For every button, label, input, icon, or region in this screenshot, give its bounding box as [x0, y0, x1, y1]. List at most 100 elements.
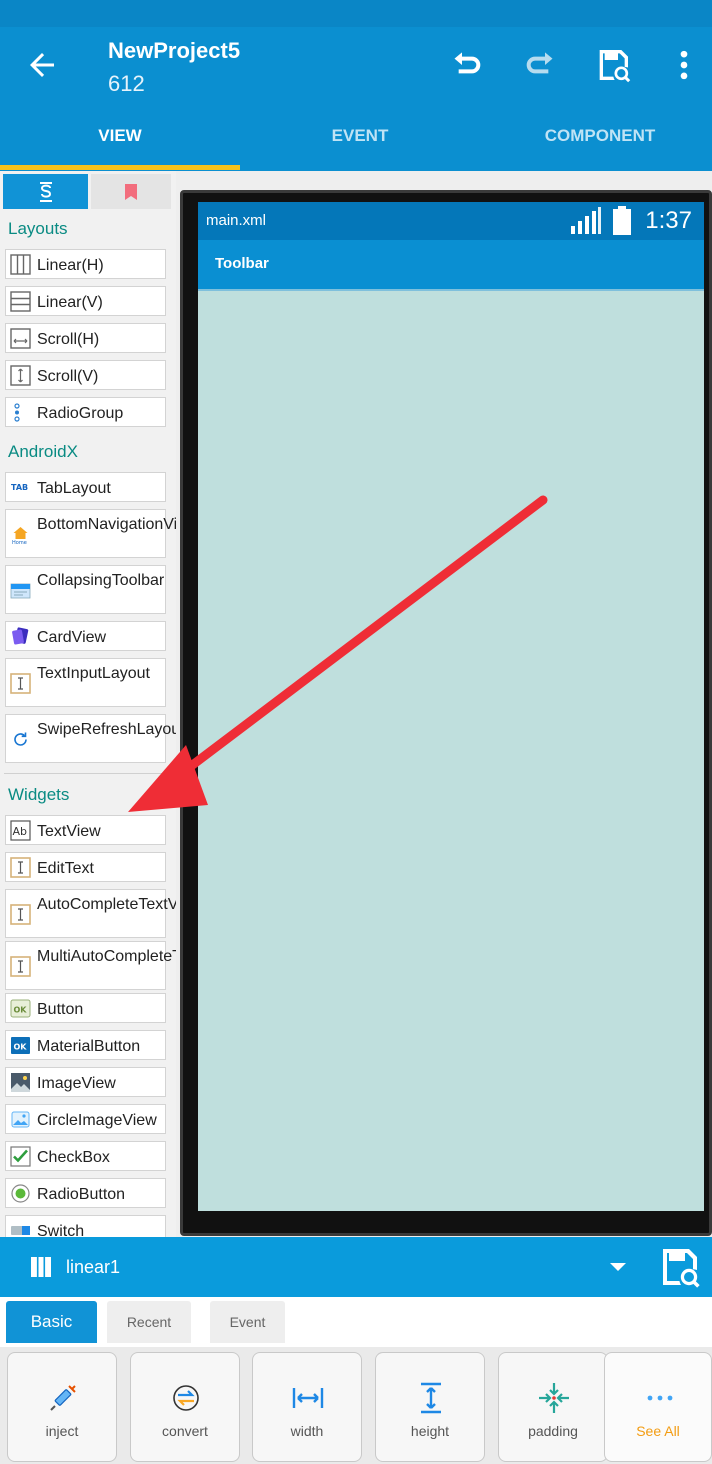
height-button[interactable]: height — [375, 1352, 485, 1462]
palette-item-label: Scroll(V) — [37, 368, 99, 385]
svg-text:OK: OK — [14, 1006, 28, 1015]
palette-item-button[interactable]: OK Button — [5, 993, 166, 1023]
app-bar: NewProject5 612 VIEW EVENT COMPONENT — [0, 27, 712, 171]
palette-item-materialbutton[interactable]: OK MaterialButton — [5, 1030, 166, 1060]
palette-item-scroll-h[interactable]: Scroll(H) — [5, 323, 166, 353]
inject-button[interactable]: inject — [7, 1352, 117, 1462]
palette-item-label: CardView — [37, 629, 107, 646]
palette-item-label: BottomNavigationView — [37, 516, 176, 533]
tab-basic[interactable]: Basic — [6, 1301, 97, 1343]
widget-palette: Layouts Linear(H) Linear(V) Scroll(H) Sc… — [0, 171, 176, 1237]
widgets-tab[interactable] — [3, 174, 88, 209]
width-button[interactable]: width — [252, 1352, 362, 1462]
height-icon — [421, 1382, 441, 1414]
palette-item-checkbox[interactable]: CheckBox — [5, 1141, 166, 1171]
section-androidx: AndroidX — [8, 442, 78, 461]
palette-item-cardview[interactable]: CardView — [5, 621, 166, 651]
chevron-down-icon[interactable] — [609, 1262, 627, 1272]
battery-icon — [613, 206, 631, 235]
palette-item-multiautocompletetextview[interactable]: MultiAutoCompleteTextView — [5, 941, 176, 990]
preview-toolbar[interactable]: Toolbar — [198, 240, 704, 289]
palette-item-scroll-v[interactable]: Scroll(V) — [5, 360, 166, 390]
padding-icon — [539, 1383, 569, 1413]
tab-event-props[interactable]: Event — [210, 1301, 285, 1343]
tab-event[interactable]: EVENT — [240, 115, 480, 171]
tab-indicator — [0, 165, 240, 170]
clock: 1:37 — [645, 207, 692, 234]
palette-item-label: Switch — [37, 1223, 85, 1237]
palette-item-textinputlayout[interactable]: TextInputLayout — [5, 658, 166, 707]
palette-item-label: CollapsingToolbar — [37, 572, 165, 589]
palette-item-autocompletetextview[interactable]: AutoCompleteTextView — [5, 889, 176, 938]
edittext-icon — [10, 857, 31, 878]
more-vert-icon[interactable] — [664, 45, 704, 85]
width-icon — [292, 1388, 324, 1408]
scroll-h-icon — [10, 328, 31, 349]
palette-item-label: SwipeRefreshLayout — [37, 721, 176, 738]
project-title: NewProject5 — [108, 38, 241, 63]
undo-icon[interactable] — [447, 45, 487, 85]
save-icon[interactable] — [655, 1243, 703, 1291]
imageview-icon — [11, 1073, 30, 1092]
widgets-tab-icon — [39, 182, 52, 202]
palette-item-bottomnavigationview[interactable]: Home BottomNavigationView — [5, 509, 176, 558]
palette-item-textview[interactable]: Ab TextView — [5, 815, 166, 845]
tab-view[interactable]: VIEW — [0, 115, 240, 171]
preview-root-layout[interactable] — [198, 289, 704, 1211]
action-label: height — [410, 1423, 450, 1439]
palette-item-radiobutton[interactable]: RadioButton — [5, 1178, 166, 1208]
tab-recent[interactable]: Recent — [107, 1301, 191, 1343]
palette-item-label: MultiAutoCompleteTextView — [37, 948, 176, 965]
save-icon[interactable] — [593, 45, 633, 85]
status-bar — [0, 0, 712, 27]
syringe-icon — [50, 1385, 76, 1411]
linear-v-icon — [10, 291, 31, 312]
redo-icon[interactable] — [520, 45, 560, 85]
checkbox-icon — [10, 1146, 31, 1167]
selected-view-bar[interactable]: linear1 — [0, 1237, 712, 1297]
palette-item-label: RadioGroup — [37, 405, 124, 422]
palette-item-edittext[interactable]: EditText — [5, 852, 166, 882]
back-arrow-icon[interactable] — [24, 47, 60, 83]
linear-layout-icon — [31, 1257, 51, 1277]
multiautocomplete-icon — [10, 956, 31, 977]
palette-item-label: TextView — [37, 823, 101, 840]
more-horiz-icon — [647, 1395, 673, 1401]
svg-text:TAB: TAB — [11, 483, 28, 492]
palette-item-label: MaterialButton — [37, 1038, 141, 1055]
refresh-icon — [14, 732, 27, 746]
palette-item-tablayout[interactable]: TAB TabLayout — [5, 472, 166, 502]
palette-item-label: Button — [37, 1001, 84, 1018]
action-label: See All — [636, 1423, 680, 1439]
convert-button[interactable]: convert — [130, 1352, 240, 1462]
palette-item-label: CircleImageView — [37, 1112, 157, 1129]
action-label: inject — [45, 1423, 79, 1439]
preview-toolbar-title: Toolbar — [215, 255, 269, 272]
convert-icon — [173, 1385, 199, 1411]
palette-item-swiperefreshlayout[interactable]: SwipeRefreshLayout — [5, 714, 176, 763]
radiogroup-icon — [14, 403, 20, 422]
button-icon: OK — [10, 999, 31, 1018]
palette-item-label: ImageView — [37, 1075, 116, 1092]
section-layouts: Layouts — [8, 219, 68, 238]
bookmark-tab[interactable] — [91, 174, 171, 209]
see-all-button[interactable]: See All — [604, 1352, 712, 1462]
svg-text:Home: Home — [12, 540, 27, 545]
palette-item-linear-v[interactable]: Linear(V) — [5, 286, 166, 316]
tab-component[interactable]: COMPONENT — [480, 115, 712, 171]
palette-item-collapsingtoolbar[interactable]: CollapsingToolbar — [5, 565, 166, 614]
palette-item-label: Linear(V) — [37, 294, 103, 311]
palette-item-label: RadioButton — [37, 1186, 126, 1203]
file-name: main.xml — [206, 212, 267, 229]
palette-item-radiogroup[interactable]: RadioGroup — [5, 397, 166, 427]
palette-item-imageview[interactable]: ImageView — [5, 1067, 166, 1097]
phone-status-bar: main.xml 1:37 — [198, 202, 704, 240]
palette-item-switch[interactable]: Switch — [5, 1215, 166, 1237]
palette-item-label: TextInputLayout — [37, 665, 150, 682]
palette-item-circleimageview[interactable]: CircleImageView — [5, 1104, 166, 1134]
circleimageview-icon — [11, 1111, 30, 1128]
palette-item-linear-h[interactable]: Linear(H) — [5, 249, 166, 279]
switch-icon — [11, 1226, 30, 1235]
main-tabs: VIEW EVENT COMPONENT — [0, 115, 712, 171]
padding-button[interactable]: padding — [498, 1352, 608, 1462]
